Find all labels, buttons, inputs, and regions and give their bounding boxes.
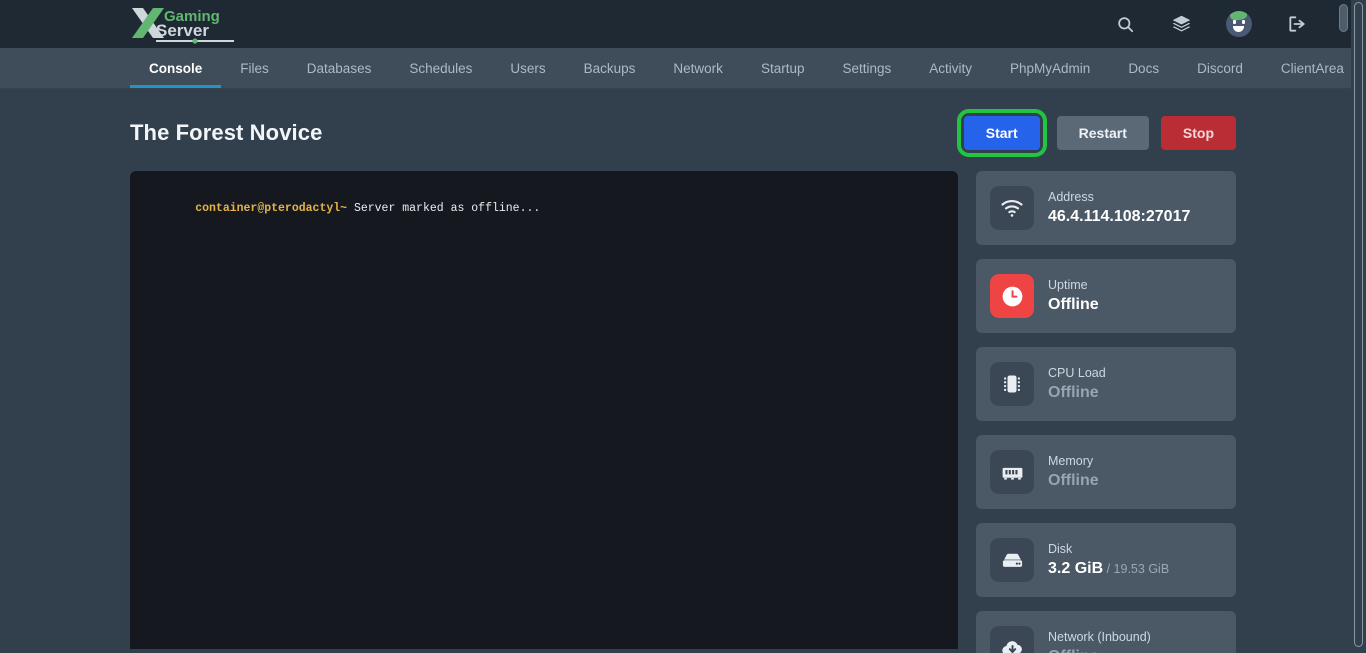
nav-item-databases[interactable]: Databases: [288, 48, 391, 88]
nav-label: Databases: [306, 60, 372, 76]
main-navigation: Console Files Databases Schedules Users …: [0, 48, 1366, 89]
stat-value: Offline: [1048, 471, 1099, 489]
nav-label: Docs: [1128, 60, 1160, 76]
stat-text: Network (Inbound) Offline: [1048, 629, 1151, 653]
stat-value: 46.4.114.108:27017: [1048, 207, 1191, 225]
nav-label: Settings: [842, 60, 892, 76]
avatar-eye-left: [1233, 20, 1236, 24]
nav-item-network[interactable]: Network: [654, 48, 742, 88]
stat-card-network-inbound: Network (Inbound) Offline: [976, 611, 1236, 653]
nav-label: Files: [240, 60, 269, 76]
inner-scrollbar-thumb[interactable]: [1339, 4, 1348, 32]
wifi-icon: [990, 186, 1034, 230]
start-button-highlight: Start: [956, 109, 1047, 157]
stat-card-disk: Disk 3.2 GiB / 19.53 GiB: [976, 523, 1236, 597]
stat-text: Address 46.4.114.108:27017: [1048, 189, 1190, 228]
stat-card-address: Address 46.4.114.108:27017: [976, 171, 1236, 245]
avatar-mouth: [1233, 26, 1244, 32]
stat-value: Offline: [1048, 295, 1099, 313]
console-and-stats: container@pterodactyl~ Server marked as …: [130, 171, 1236, 653]
restart-button[interactable]: Restart: [1056, 116, 1149, 150]
nav-item-discord[interactable]: Discord: [1178, 48, 1262, 88]
nav-label: Users: [510, 60, 546, 76]
avatar-hair: [1229, 11, 1248, 22]
page-title: The Forest Novice: [130, 120, 323, 145]
site-logo[interactable]: Gaming Server: [130, 0, 238, 48]
stat-text: Uptime Offline: [1048, 277, 1099, 316]
nav-item-phpmyadmin[interactable]: PhpMyAdmin: [991, 48, 1109, 88]
inner-scrollbar[interactable]: [1337, 0, 1351, 89]
stat-card-memory: Memory Offline: [976, 435, 1236, 509]
stat-label: Disk: [1048, 541, 1073, 556]
top-header: Gaming Server: [0, 0, 1366, 48]
console-message: Server marked as offline...: [347, 202, 541, 216]
nav-item-backups[interactable]: Backups: [565, 48, 655, 88]
page-content: The Forest Novice Start Restart Stop con…: [0, 89, 1366, 653]
nav-label: Schedules: [409, 60, 473, 76]
logout-icon[interactable]: [1286, 13, 1308, 35]
layers-icon[interactable]: [1170, 13, 1192, 35]
svg-text:Server: Server: [156, 21, 209, 40]
stat-label: Memory: [1048, 453, 1094, 468]
console-prompt: container@pterodactyl~: [195, 202, 348, 216]
logo-graphic: Gaming Server: [132, 8, 234, 44]
nav-label: Startup: [760, 60, 805, 76]
stat-label: Network (Inbound): [1048, 629, 1151, 644]
stat-card-cpu-load: CPU Load Offline: [976, 347, 1236, 421]
page-header: The Forest Novice Start Restart Stop: [130, 89, 1236, 171]
nav-label: ClientArea: [1280, 60, 1344, 76]
stat-value: 3.2 GiB / 19.53 GiB: [1048, 558, 1169, 580]
console-line: container@pterodactyl~ Server marked as …: [140, 183, 948, 235]
page-scrollbar-track[interactable]: [1354, 2, 1363, 647]
clock-icon: [990, 274, 1034, 318]
nav-item-users[interactable]: Users: [491, 48, 564, 88]
stop-button[interactable]: Stop: [1160, 116, 1236, 150]
start-button[interactable]: Start: [963, 116, 1040, 150]
memory-icon: [990, 450, 1034, 494]
stat-text: Memory Offline: [1048, 453, 1099, 492]
header-actions: [1114, 11, 1342, 37]
avatar-eye-right: [1242, 20, 1245, 24]
nav-item-docs[interactable]: Docs: [1109, 48, 1178, 88]
nav-label: PhpMyAdmin: [1010, 60, 1091, 76]
page-scrollbar[interactable]: [1351, 0, 1366, 653]
stat-text: CPU Load Offline: [1048, 365, 1106, 404]
nav-item-settings[interactable]: Settings: [823, 48, 910, 88]
stat-label: CPU Load: [1048, 365, 1106, 380]
nav-item-schedules[interactable]: Schedules: [390, 48, 491, 88]
nav-label: Discord: [1197, 60, 1243, 76]
cloud-download-icon: [990, 626, 1034, 653]
search-icon[interactable]: [1114, 13, 1136, 35]
stat-value: Offline: [1048, 383, 1099, 401]
hdd-icon: [990, 538, 1034, 582]
avatar[interactable]: [1226, 11, 1252, 37]
nav-label: Console: [149, 60, 203, 76]
server-console[interactable]: container@pterodactyl~ Server marked as …: [130, 171, 958, 649]
power-actions: Start Restart Stop: [956, 109, 1236, 157]
stat-card-uptime: Uptime Offline: [976, 259, 1236, 333]
disk-used: 3.2 GiB: [1048, 559, 1104, 577]
stat-label: Uptime: [1048, 277, 1088, 292]
disk-total: / 19.53 GiB: [1103, 561, 1170, 576]
nav-label: Network: [673, 60, 723, 76]
stat-label: Address: [1048, 189, 1094, 204]
microchip-icon: [990, 362, 1034, 406]
nav-item-startup[interactable]: Startup: [742, 48, 824, 88]
server-stats: Address 46.4.114.108:27017 Uptime Offlin…: [976, 171, 1236, 653]
nav-item-files[interactable]: Files: [221, 48, 288, 88]
nav-item-console[interactable]: Console: [130, 48, 222, 88]
nav-label: Backups: [583, 60, 636, 76]
stat-value: Offline: [1048, 646, 1151, 653]
stat-text: Disk 3.2 GiB / 19.53 GiB: [1048, 541, 1169, 580]
nav-label: Activity: [929, 60, 973, 76]
nav-item-activity[interactable]: Activity: [910, 48, 991, 88]
